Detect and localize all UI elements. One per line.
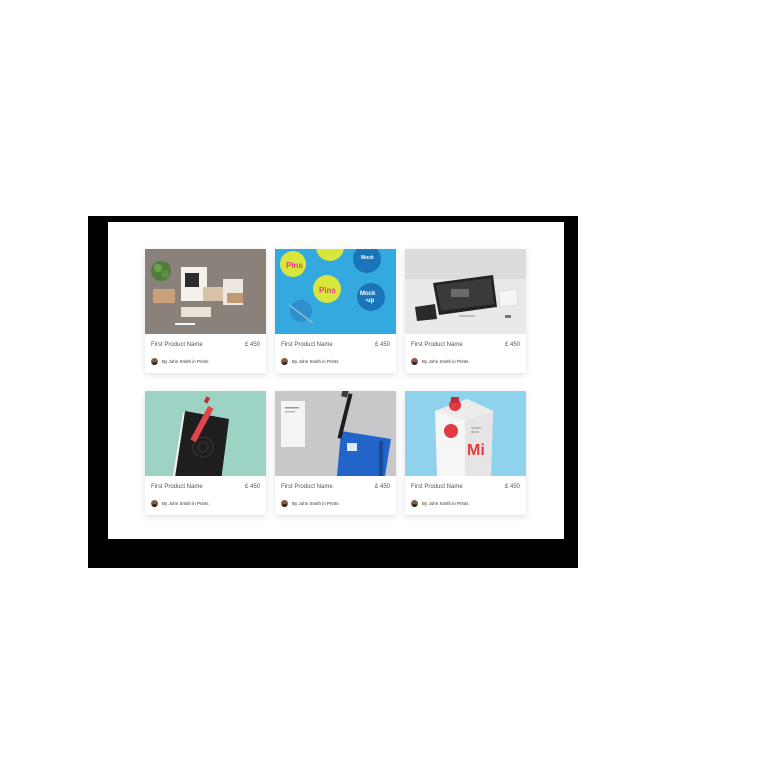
author-row: By John Smith in Prints [405,350,526,365]
stage: First Product Name £ 450 By John Smith i… [0,0,779,775]
author-avatar [151,358,158,365]
author-text[interactable]: By John Smith in Prints [422,501,469,506]
author-row: By John Smith in Prints [275,492,396,507]
product-card[interactable]: Pins Pins Mock -up Mock First Product Na… [275,249,396,373]
author-row: By John Smith in Prints [405,492,526,507]
product-price: £ 450 [504,341,520,348]
author-avatar [281,358,288,365]
product-image-milk-carton[interactable]: Mi [405,391,526,476]
author-avatar [411,500,418,507]
product-grid-panel: First Product Name £ 450 By John Smith i… [108,222,564,539]
product-name[interactable]: First Product Name [281,484,333,490]
product-price: £ 450 [244,341,260,348]
author-row: By John Smith in Prints [145,492,266,507]
svg-text:Mi: Mi [467,442,485,459]
author-avatar [411,358,418,365]
author-row: By John Smith in Prints [145,350,266,365]
product-meta: First Product Name £ 450 [275,334,396,350]
product-card[interactable]: First Product Name £ 450 By John Smith i… [405,249,526,373]
product-price: £ 450 [504,483,520,490]
svg-text:-up: -up [365,298,375,304]
author-text[interactable]: By John Smith in Prints [162,501,209,506]
product-card[interactable]: First Product Name £ 450 By John Smith i… [275,391,396,515]
author-row: By John Smith in Prints [275,350,396,365]
svg-text:Pins: Pins [286,261,303,270]
product-image-pins[interactable]: Pins Pins Mock -up Mock [275,249,396,334]
author-text[interactable]: By John Smith in Prints [292,359,339,364]
product-meta: First Product Name £ 450 [145,476,266,492]
devices-illustration [405,249,526,334]
svg-text:Mock: Mock [361,255,374,261]
product-price: £ 450 [374,341,390,348]
product-meta: First Product Name £ 450 [405,334,526,350]
product-meta: First Product Name £ 450 [145,334,266,350]
product-name[interactable]: First Product Name [151,484,203,490]
author-avatar [151,500,158,507]
product-name[interactable]: First Product Name [411,484,463,490]
product-card[interactable]: First Product Name £ 450 By John Smith i… [145,249,266,373]
pins-illustration: Pins Pins Mock -up Mock [275,249,396,334]
milk-carton-illustration: Mi [405,391,526,476]
author-text[interactable]: By John Smith in Prints [422,359,469,364]
svg-text:Mock: Mock [360,291,376,297]
product-name[interactable]: First Product Name [151,342,203,348]
author-text[interactable]: By John Smith in Prints [292,501,339,506]
stationery-illustration [145,249,266,334]
product-grid: First Product Name £ 450 By John Smith i… [145,249,526,515]
author-avatar [281,500,288,507]
product-price: £ 450 [374,483,390,490]
product-meta: First Product Name £ 450 [275,476,396,492]
product-price: £ 450 [244,483,260,490]
svg-text:Pins: Pins [319,286,336,295]
product-image-notebook[interactable] [145,391,266,476]
product-image-business-card[interactable] [275,391,396,476]
notebook-illustration [145,391,266,476]
author-text[interactable]: By John Smith in Prints [162,359,209,364]
product-meta: First Product Name £ 450 [405,476,526,492]
product-card[interactable]: First Product Name £ 450 By John Smith i… [145,391,266,515]
product-image-stationery[interactable] [145,249,266,334]
product-name[interactable]: First Product Name [411,342,463,348]
business-card-illustration [275,391,396,476]
product-name[interactable]: First Product Name [281,342,333,348]
product-card[interactable]: Mi First Product Name £ 450 By John Smit… [405,391,526,515]
product-image-website[interactable] [405,249,526,334]
